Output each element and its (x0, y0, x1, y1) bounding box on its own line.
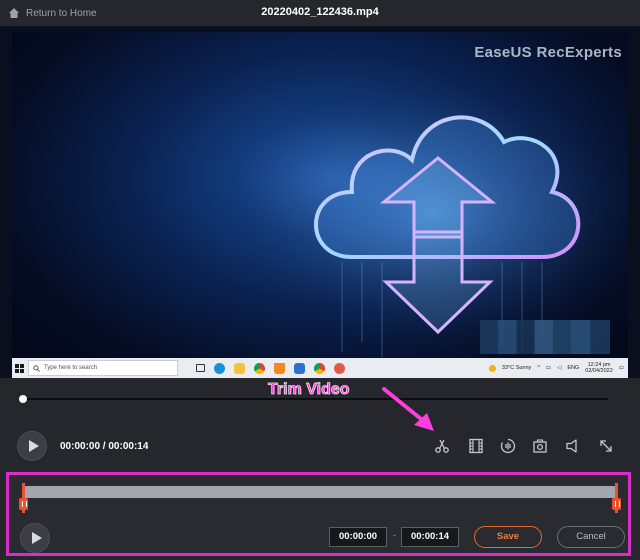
trim-panel: 00:00:00 - 00:00:14 Save Cancel (6, 472, 631, 556)
vlc-icon (274, 362, 285, 374)
network-icon: ▭ (545, 365, 552, 371)
camera-icon (533, 439, 547, 453)
trim-video-annotation: Trim Video (268, 381, 350, 399)
trim-play-button[interactable] (20, 523, 50, 553)
trim-button[interactable] (433, 437, 451, 455)
title-bar: Return to Home 20220402_122436.mp4 (0, 0, 640, 26)
speaker-icon: ◁ (557, 365, 562, 371)
file-name-title: 20220402_122436.mp4 (261, 6, 379, 18)
screenshot-button[interactable] (531, 437, 549, 455)
system-tray: 33°C Sunny ^ ▭ ◁ ENG 12:24 pm 02/04/2022… (488, 358, 624, 378)
play-icon (31, 532, 42, 544)
fullscreen-button[interactable] (597, 437, 615, 455)
trim-start-time-field[interactable]: 00:00:00 (329, 527, 387, 547)
taskbar-search-box: Type here to search (28, 360, 178, 376)
weather-sun-icon (488, 364, 496, 372)
windows-taskbar: Type here to search 33°C Sunny ^ ▭ ◁ ENG (12, 358, 628, 378)
current-time: 00:00:00 (60, 441, 101, 452)
recorder-icon (334, 362, 345, 374)
filmstrip-icon (469, 438, 483, 454)
expand-icon (600, 440, 612, 452)
pause-grip-icon (612, 498, 621, 510)
time-range-dash: - (393, 530, 396, 540)
trim-timeline-track[interactable] (22, 486, 616, 498)
playback-timecode: 00:00:00 / 00:00:14 (60, 441, 148, 452)
watermark-text: EaseUS RecExperts (474, 44, 622, 61)
trim-end-handle[interactable] (612, 483, 621, 513)
volume-button[interactable] (564, 437, 582, 455)
play-icon (28, 440, 39, 452)
search-icon (33, 364, 40, 372)
trim-end-time-field[interactable]: 00:00:14 (401, 527, 459, 547)
save-button[interactable]: Save (474, 526, 542, 548)
scissors-icon (435, 439, 449, 453)
trim-start-handle[interactable] (19, 483, 28, 513)
video-frame: EaseUS RecExperts Type here to search 33… (12, 32, 628, 378)
language-indicator: ENG (567, 365, 580, 371)
chrome-icon-2 (314, 362, 325, 374)
taskbar-clock: 12:24 pm 02/04/2022 (585, 362, 613, 374)
audio-wave-icon (500, 438, 516, 454)
pause-grip-icon (19, 498, 28, 510)
photos-icon (294, 362, 305, 374)
audio-button[interactable] (499, 437, 517, 455)
windows-start-icon (12, 358, 26, 378)
chrome-icon (254, 362, 265, 374)
blurred-region (480, 320, 610, 354)
taskbar-search-placeholder: Type here to search (44, 365, 98, 371)
edge-icon (214, 362, 225, 374)
annotation-arrow-icon (382, 387, 434, 431)
playback-progress-knob[interactable] (19, 395, 27, 403)
speaker-icon (566, 439, 577, 453)
video-player[interactable]: EaseUS RecExperts Type here to search 33… (0, 26, 640, 378)
file-explorer-icon (234, 362, 245, 374)
cancel-button[interactable]: Cancel (557, 526, 625, 548)
clock-date: 02/04/2022 (585, 368, 613, 374)
total-time: 00:00:14 (108, 441, 149, 452)
play-button[interactable] (17, 431, 47, 461)
tray-arrow-icon: ^ (537, 365, 540, 371)
task-view-icon (196, 364, 205, 372)
notification-icon: ▭ (618, 365, 624, 371)
weather-text: 33°C Sunny (501, 365, 532, 371)
filmstrip-button[interactable] (467, 437, 485, 455)
